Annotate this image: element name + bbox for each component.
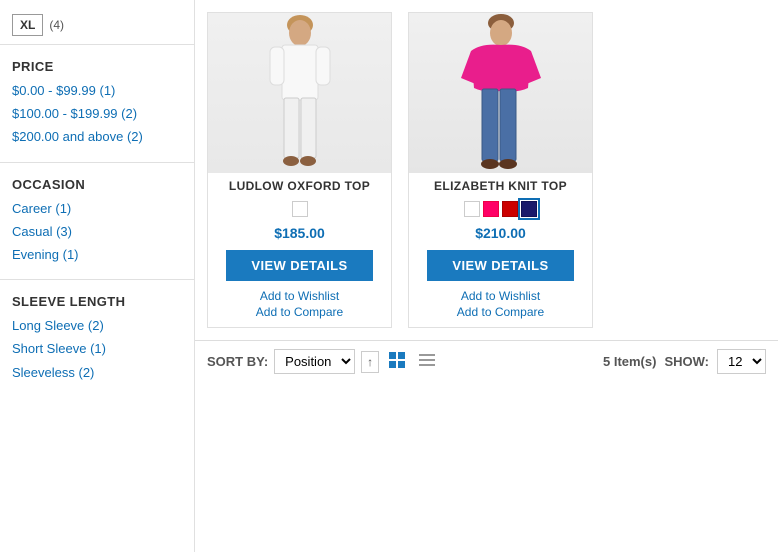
price-filter-200-above[interactable]: $200.00 and above (2) — [12, 128, 182, 146]
divider-2 — [0, 162, 194, 163]
price-filter-title: PRICE — [12, 59, 182, 74]
swatch-navy-2[interactable] — [521, 201, 537, 217]
grid-icon — [389, 352, 405, 368]
sort-select[interactable]: Position — [274, 349, 355, 374]
divider-3 — [0, 279, 194, 280]
sleeve-long[interactable]: Long Sleeve (2) — [12, 317, 182, 335]
sort-by-label: SORT BY: — [207, 354, 268, 369]
product-1-links: Add to Wishlist Add to Compare — [256, 289, 343, 319]
product-2-wishlist-link[interactable]: Add to Wishlist — [461, 289, 540, 303]
price-filter-0-99[interactable]: $0.00 - $99.99 (1) — [12, 82, 182, 100]
sleeve-short[interactable]: Short Sleeve (1) — [12, 340, 182, 358]
size-xl-button[interactable]: XL — [12, 14, 43, 36]
sort-bar: SORT BY: Position ↑ — [195, 340, 778, 382]
occasion-filter-title: OCCASION — [12, 177, 182, 192]
product-1-name: LUDLOW OXFORD TOP — [221, 173, 378, 197]
grid-view-button[interactable] — [385, 350, 409, 373]
product-1-compare-link[interactable]: Add to Compare — [256, 305, 343, 319]
product-2-view-details-button[interactable]: VIEW DETAILS — [427, 250, 573, 281]
product-1-wishlist-link[interactable]: Add to Wishlist — [260, 289, 339, 303]
product-2-name: ELIZABETH KNIT TOP — [426, 173, 575, 197]
product-image-1 — [208, 13, 391, 173]
price-filter-100-199[interactable]: $100.00 - $199.99 (2) — [12, 105, 182, 123]
sort-left-group: SORT BY: Position ↑ — [207, 349, 439, 374]
sidebar: XL (4) PRICE $0.00 - $99.99 (1) $100.00 … — [0, 0, 195, 552]
occasion-filter-section: OCCASION Career (1) Casual (3) Evening (… — [0, 167, 194, 276]
price-filter-section: PRICE $0.00 - $99.99 (1) $100.00 - $199.… — [0, 49, 194, 158]
product-1-view-details-button[interactable]: VIEW DETAILS — [226, 250, 372, 281]
swatch-white[interactable] — [292, 201, 308, 217]
size-xl-count: (4) — [49, 18, 64, 32]
product-image-2 — [409, 13, 592, 173]
product-2-links: Add to Wishlist Add to Compare — [457, 289, 544, 319]
main-content: LUDLOW OXFORD TOP $185.00 VIEW DETAILS A… — [195, 0, 778, 552]
sleeve-sleeveless[interactable]: Sleeveless (2) — [12, 364, 182, 382]
product-1-swatches — [292, 201, 308, 217]
product-card-2: ELIZABETH KNIT TOP $210.00 VIEW DETAILS … — [408, 12, 593, 328]
swatch-pink-2[interactable] — [483, 201, 499, 217]
items-count: 5 Item(s) — [603, 354, 656, 369]
sort-asc-button[interactable]: ↑ — [361, 351, 379, 373]
show-select[interactable]: 12 — [717, 349, 766, 374]
occasion-career[interactable]: Career (1) — [12, 200, 182, 218]
product-grid: LUDLOW OXFORD TOP $185.00 VIEW DETAILS A… — [195, 0, 778, 340]
occasion-evening[interactable]: Evening (1) — [12, 246, 182, 264]
product-2-compare-link[interactable]: Add to Compare — [457, 305, 544, 319]
show-label: SHOW: — [664, 354, 709, 369]
swatch-white-2[interactable] — [464, 201, 480, 217]
product-card-1: LUDLOW OXFORD TOP $185.00 VIEW DETAILS A… — [207, 12, 392, 328]
product-1-image-svg — [260, 13, 340, 173]
divider-1 — [0, 44, 194, 45]
product-2-swatches — [464, 201, 537, 217]
swatch-red-2[interactable] — [502, 201, 518, 217]
product-2-image-svg — [456, 13, 546, 173]
size-filter-row: XL (4) — [0, 8, 194, 40]
product-1-price: $185.00 — [274, 225, 325, 241]
occasion-casual[interactable]: Casual (3) — [12, 223, 182, 241]
list-icon — [419, 352, 435, 368]
list-view-button[interactable] — [415, 350, 439, 373]
sleeve-filter-title: SLEEVE LENGTH — [12, 294, 182, 309]
product-2-price: $210.00 — [475, 225, 526, 241]
sleeve-filter-section: SLEEVE LENGTH Long Sleeve (2) Short Slee… — [0, 284, 194, 393]
sort-right-group: 5 Item(s) SHOW: 12 — [603, 349, 766, 374]
